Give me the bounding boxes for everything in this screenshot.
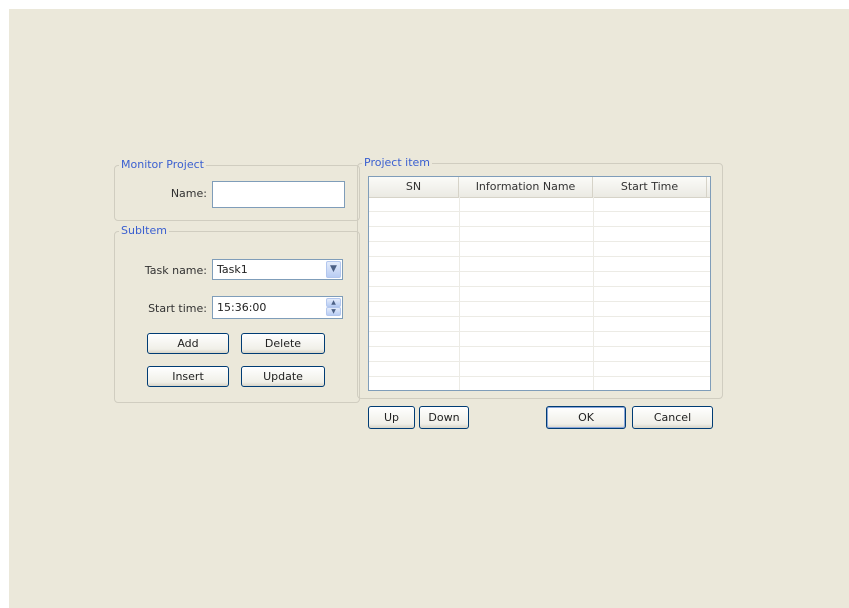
subitem-legend: SubItem: [119, 224, 169, 237]
delete-button[interactable]: Delete: [241, 333, 325, 354]
monitor-project-legend: Monitor Project: [119, 158, 206, 171]
project-item-group: Project item SN Information Name Start T…: [357, 156, 723, 399]
column-header-sn[interactable]: SN: [369, 177, 459, 197]
down-button[interactable]: Down: [419, 406, 469, 429]
update-button[interactable]: Update: [241, 366, 325, 387]
table-row[interactable]: [369, 302, 710, 317]
table-row[interactable]: [369, 362, 710, 377]
spin-up-icon[interactable]: ▲: [326, 298, 341, 307]
table-row[interactable]: [369, 272, 710, 287]
dialog-window: Monitor Project Name: SubItem Task name:…: [9, 9, 849, 608]
subitem-group: SubItem Task name: Task1 ▼ Start time: 1…: [114, 224, 360, 403]
table-row[interactable]: [369, 317, 710, 332]
up-button[interactable]: Up: [368, 406, 415, 429]
start-time-label: Start time:: [148, 302, 207, 315]
task-name-label: Task name:: [144, 264, 207, 277]
table-row[interactable]: [369, 197, 710, 212]
chevron-down-icon[interactable]: ▼: [326, 261, 341, 278]
column-header-start-time[interactable]: Start Time: [593, 177, 707, 197]
ok-button[interactable]: OK: [546, 406, 626, 429]
name-field[interactable]: [212, 181, 345, 208]
table-row[interactable]: [369, 332, 710, 347]
project-item-legend: Project item: [362, 156, 432, 169]
insert-button[interactable]: Insert: [147, 366, 229, 387]
table-row[interactable]: [369, 212, 710, 227]
table-header: SN Information Name Start Time: [369, 177, 710, 198]
start-time-spinner[interactable]: 15:36:00 ▲ ▼: [212, 296, 343, 319]
table-row[interactable]: [369, 227, 710, 242]
spin-down-icon[interactable]: ▼: [326, 307, 341, 316]
table-row[interactable]: [369, 287, 710, 302]
project-item-table[interactable]: SN Information Name Start Time: [368, 176, 711, 391]
column-header-information-name[interactable]: Information Name: [459, 177, 593, 197]
task-name-combobox[interactable]: Task1 ▼: [212, 259, 343, 280]
cancel-button[interactable]: Cancel: [632, 406, 713, 429]
table-row[interactable]: [369, 242, 710, 257]
table-row[interactable]: [369, 257, 710, 272]
start-time-value: 15:36:00: [217, 301, 267, 314]
monitor-project-group: Monitor Project Name:: [114, 158, 360, 221]
task-name-value: Task1: [217, 263, 248, 276]
add-button[interactable]: Add: [147, 333, 229, 354]
spinner-updown-icon[interactable]: ▲ ▼: [326, 298, 341, 317]
table-row[interactable]: [369, 347, 710, 362]
name-label: Name:: [170, 187, 207, 200]
table-row[interactable]: [369, 377, 710, 390]
